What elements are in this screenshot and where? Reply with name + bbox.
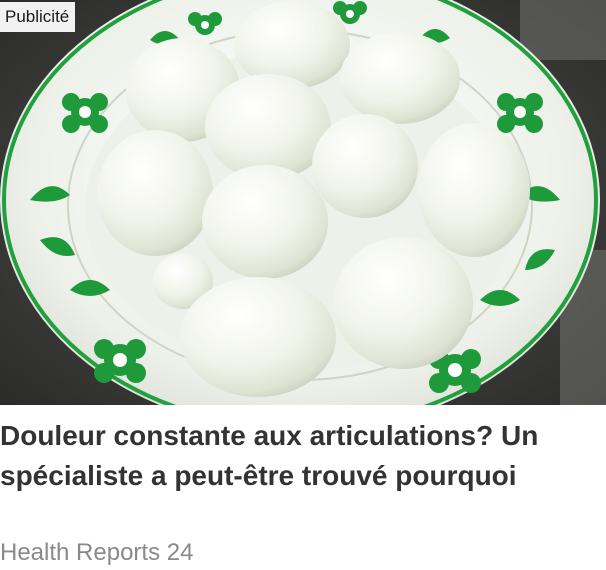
ad-headline[interactable]: Douleur constante aux articulations? Un …	[0, 416, 600, 496]
sponsored-ad-card[interactable]: Publicité Douleur constante aux articula…	[0, 0, 606, 570]
ad-source-name[interactable]: Health Reports 24	[0, 536, 193, 570]
ad-image[interactable]: Publicité	[0, 0, 606, 405]
sponsored-badge: Publicité	[0, 2, 76, 32]
eggs-plate-photo	[0, 0, 606, 405]
